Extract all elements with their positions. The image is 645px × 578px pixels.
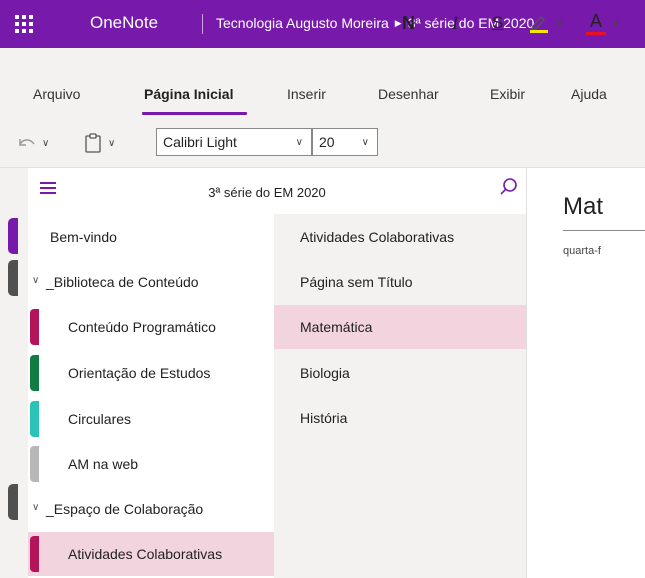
chevron-down-icon: ∨ xyxy=(612,17,620,29)
section-am-na-web[interactable]: AM na web xyxy=(28,442,274,486)
section-label: AM na web xyxy=(68,456,139,472)
section-conteudo-programatico[interactable]: Conteúdo Programático xyxy=(28,305,274,349)
page-item[interactable]: Atividades Colaborativas xyxy=(274,215,526,259)
app-name[interactable]: OneNote xyxy=(90,13,158,33)
clipboard-icon xyxy=(85,133,101,153)
font-color-button[interactable]: A ∨ xyxy=(586,8,619,38)
page-title-underline xyxy=(563,230,645,231)
section-group-label: _Espaço de Colaboração xyxy=(46,501,204,517)
navigation-header: 3ª série do EM 2020 xyxy=(28,168,526,214)
section-label: Circulares xyxy=(68,411,132,427)
chevron-down-icon: ∨ xyxy=(32,502,40,513)
page-item[interactable]: Biologia xyxy=(274,351,526,395)
search-icon[interactable] xyxy=(498,176,520,198)
clipboard-button[interactable]: ∨ xyxy=(84,128,115,158)
notebook-tab-2[interactable] xyxy=(8,260,18,296)
notebook-title: 3ª série do EM 2020 xyxy=(208,185,326,200)
section-group-biblioteca[interactable]: ∨ _Biblioteca de Conteúdo xyxy=(28,260,274,304)
page-item[interactable]: História xyxy=(274,396,526,440)
section-label: Orientação de Estudos xyxy=(68,365,211,381)
undo-icon xyxy=(19,139,35,146)
bold-label: N xyxy=(402,12,415,33)
undo-button[interactable]: ∨ xyxy=(16,128,49,158)
italic-label: I xyxy=(452,12,458,33)
font-name-value: Calibri Light xyxy=(163,134,237,150)
notebook-tab-1[interactable] xyxy=(8,218,18,254)
section-atividades-colaborativas[interactable]: Atividades Colaborativas xyxy=(28,532,274,576)
highlighter-icon xyxy=(530,16,548,33)
font-size-value: 20 xyxy=(319,134,335,150)
chevron-down-icon: ∨ xyxy=(32,275,40,286)
app-launcher-icon[interactable] xyxy=(14,14,34,34)
font-name-combo[interactable]: Calibri Light ∨ xyxy=(156,128,312,156)
italic-button[interactable]: I xyxy=(452,8,458,38)
breadcrumb-section[interactable]: 3ª série do EM 2020 xyxy=(408,15,535,31)
highlight-button[interactable]: ∨ xyxy=(528,8,563,38)
font-color-icon: A xyxy=(586,11,606,35)
breadcrumb-arrow-icon: ▶ xyxy=(394,17,402,28)
tab-ajuda[interactable]: Ajuda xyxy=(571,86,607,102)
section-bem-vindo[interactable]: Bem-vindo xyxy=(28,215,274,259)
page-label: Página sem Título xyxy=(300,274,413,290)
section-color-tab xyxy=(30,309,39,345)
page-date: quarta-f xyxy=(563,245,601,257)
section-orientacao-estudos[interactable]: Orientação de Estudos xyxy=(28,351,274,395)
section-label: Bem-vindo xyxy=(50,229,117,245)
chevron-down-icon: ∨ xyxy=(295,137,303,148)
page-label: História xyxy=(300,410,348,426)
notebook-tab-3[interactable] xyxy=(8,484,18,520)
section-color-tab xyxy=(30,446,39,482)
section-color-tab xyxy=(30,355,39,391)
chevron-down-icon: ∨ xyxy=(108,137,116,149)
active-tab-indicator xyxy=(142,112,247,115)
font-color-label: A xyxy=(589,11,602,31)
page-label: Atividades Colaborativas xyxy=(300,229,455,245)
breadcrumb: Tecnologia Augusto Moreira ▶ 3ª série do… xyxy=(216,15,534,31)
page-label: Biologia xyxy=(300,365,350,381)
chevron-down-icon: ∨ xyxy=(42,137,50,149)
tab-pagina-inicial[interactable]: Página Inicial xyxy=(144,86,233,102)
chevron-down-icon: ∨ xyxy=(361,137,369,148)
ribbon-tabs: Arquivo Página Inicial Inserir Desenhar … xyxy=(0,48,645,120)
section-group-label: _Biblioteca de Conteúdo xyxy=(46,274,199,290)
font-size-combo[interactable]: 20 ∨ xyxy=(312,128,378,156)
bold-button[interactable]: N xyxy=(402,8,415,38)
page-label: Matemática xyxy=(300,319,373,335)
section-label: Conteúdo Programático xyxy=(68,319,216,335)
section-group-espaco[interactable]: ∨ _Espaço de Colaboração xyxy=(28,487,274,531)
page-item-selected[interactable]: Matemática xyxy=(274,305,526,349)
notebook-rail xyxy=(0,168,28,578)
strike-label: S xyxy=(492,13,504,32)
tab-inserir[interactable]: Inserir xyxy=(287,86,326,102)
section-label: Atividades Colaborativas xyxy=(68,546,223,562)
chevron-down-icon: ∨ xyxy=(556,17,564,29)
page-title[interactable]: Mat xyxy=(563,193,603,221)
section-color-tab xyxy=(30,536,39,572)
breadcrumb-notebook[interactable]: Tecnologia Augusto Moreira xyxy=(216,15,389,31)
page-item[interactable]: Página sem Título xyxy=(274,260,526,304)
tab-exibir[interactable]: Exibir xyxy=(490,86,525,102)
tab-desenhar[interactable]: Desenhar xyxy=(378,86,439,102)
section-circulares[interactable]: Circulares xyxy=(28,397,274,441)
tab-arquivo[interactable]: Arquivo xyxy=(33,86,80,102)
strikethrough-button[interactable]: S xyxy=(492,8,503,38)
title-divider xyxy=(202,14,203,34)
section-color-tab xyxy=(30,401,39,437)
